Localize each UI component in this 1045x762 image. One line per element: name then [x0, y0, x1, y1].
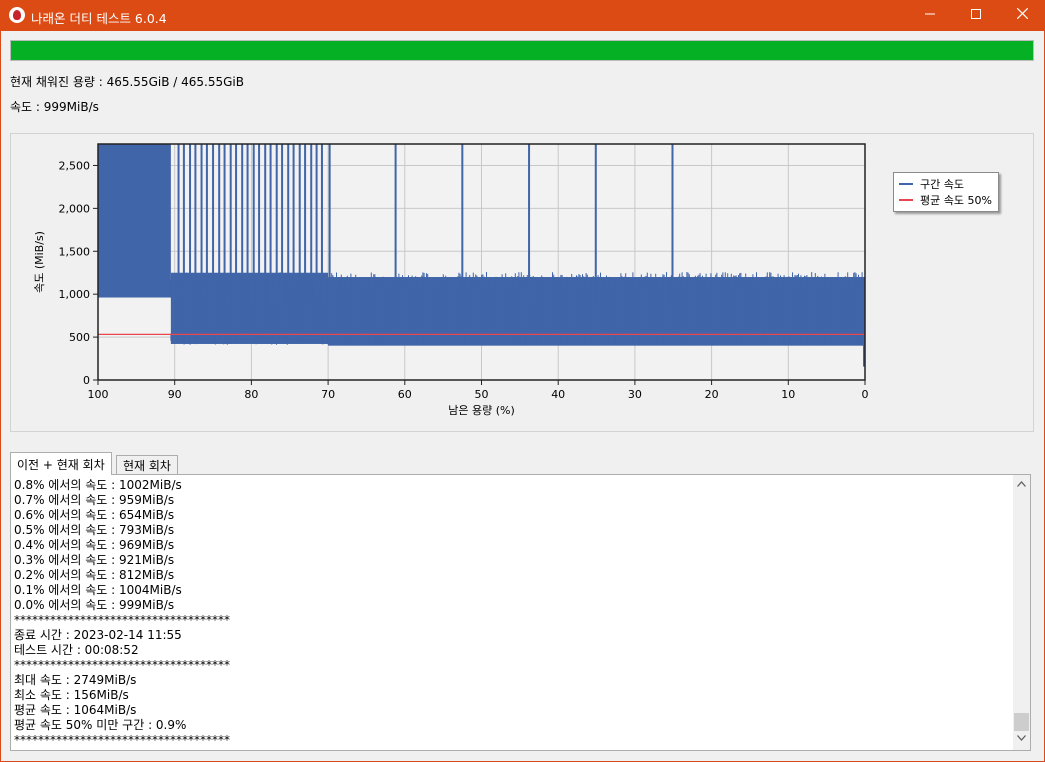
log-lines: 0.8% 에서의 속도 : 1002MiB/s 0.7% 에서의 속도 : 959…: [14, 478, 230, 748]
tab-current[interactable]: 현재 회차: [116, 455, 178, 474]
x-tick-label: 90: [168, 388, 182, 401]
log-line: 종료 시간 : 2023-02-14 11:55: [14, 628, 182, 642]
scroll-down-button[interactable]: [1013, 731, 1030, 748]
x-tick-label: 20: [705, 388, 719, 401]
close-icon: [1016, 7, 1028, 20]
log-line: 0.6% 에서의 속도 : 654MiB/s: [14, 508, 175, 522]
log-line: 0.8% 에서의 속도 : 1002MiB/s: [14, 478, 182, 492]
minimize-icon: [925, 13, 935, 15]
x-tick-label: 50: [475, 388, 489, 401]
chart-legend: 구간 속도 평균 속도 50%: [893, 172, 999, 212]
y-axis-label: 속도 (MiB/s): [33, 231, 46, 293]
y-tick-label: 0: [83, 374, 90, 387]
x-tick-label: 100: [88, 388, 109, 401]
x-tick-label: 70: [321, 388, 335, 401]
window-title: 나래온 더티 테스트 6.0.4: [31, 11, 167, 26]
x-tick-label: 40: [551, 388, 565, 401]
result-log[interactable]: 0.8% 에서의 속도 : 1002MiB/s 0.7% 에서의 속도 : 959…: [10, 474, 1031, 751]
log-line: 0.3% 에서의 속도 : 921MiB/s: [14, 553, 175, 567]
log-line: 0.0% 에서의 속도 : 999MiB/s: [14, 598, 175, 612]
tab-previous-and-current[interactable]: 이전 + 현재 회차: [10, 452, 112, 475]
app-logo-icon: [9, 7, 25, 23]
chevron-down-icon: [1017, 735, 1026, 741]
scroll-up-button[interactable]: [1013, 477, 1030, 494]
chevron-up-icon: [1017, 481, 1026, 487]
log-line: 최대 속도 : 2749MiB/s: [14, 673, 137, 687]
log-line: 0.4% 에서의 속도 : 969MiB/s: [14, 538, 175, 552]
log-line: 평균 속도 50% 미만 구간 : 0.9%: [14, 718, 187, 732]
x-tick-label: 10: [781, 388, 795, 401]
maximize-icon: [971, 9, 981, 19]
close-button[interactable]: [999, 0, 1045, 31]
y-tick-label: 500: [69, 331, 90, 344]
log-line: 0.7% 에서의 속도 : 959MiB/s: [14, 493, 175, 507]
log-line: 평균 속도 : 1064MiB/s: [14, 703, 137, 717]
x-tick-label: 80: [244, 388, 258, 401]
log-line: ************************************: [14, 733, 230, 747]
band-gap: [98, 297, 171, 334]
log-scrollbar[interactable]: [1013, 475, 1030, 750]
speed-chart: 100 90 80 70 60 50 40 30 20 10 02,5002,0001,5001,0…: [33, 143, 869, 417]
minimize-button[interactable]: [907, 0, 953, 31]
window-client: 현재 채워진 용량 : 465.55GiB / 465.55GiB 속도 : 9…: [1, 31, 1044, 761]
scroll-thumb[interactable]: [1014, 713, 1029, 731]
log-line: 0.2% 에서의 속도 : 812MiB/s: [14, 568, 175, 582]
x-tick-label: 30: [628, 388, 642, 401]
y-tick-label: 2,500: [59, 159, 91, 172]
log-line: 최소 속도 : 156MiB/s: [14, 688, 129, 702]
legend-swatch-section-speed: [899, 183, 913, 185]
title-bar: 나래온 더티 테스트 6.0.4: [0, 0, 1045, 31]
legend-label-section-speed: 구간 속도: [920, 178, 964, 191]
log-line: ************************************: [14, 613, 230, 627]
log-line: 0.5% 에서의 속도 : 793MiB/s: [14, 523, 175, 537]
log-line: 테스트 시간 : 00:08:52: [14, 643, 139, 657]
legend-label-average: 평균 속도 50%: [920, 194, 992, 207]
y-tick-label: 2,000: [59, 202, 91, 215]
x-tick-label: 60: [398, 388, 412, 401]
y-tick-label: 1,000: [59, 288, 91, 301]
speed-band: [98, 144, 171, 298]
log-line: ************************************: [14, 658, 230, 672]
y-tick-label: 1,500: [59, 245, 91, 258]
x-tick-label: 0: [862, 388, 869, 401]
log-line: 0.1% 에서의 속도 : 1004MiB/s: [14, 583, 182, 597]
x-axis-label: 남은 용량 (%): [448, 404, 515, 417]
legend-swatch-average: [899, 199, 913, 201]
maximize-button[interactable]: [953, 0, 999, 31]
